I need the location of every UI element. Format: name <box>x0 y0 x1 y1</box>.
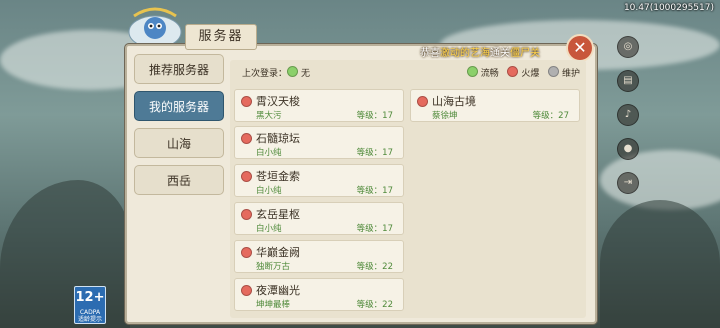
sound-icon[interactable]: ♪ <box>617 104 639 126</box>
user-icon[interactable]: ● <box>617 138 639 160</box>
busy-status-icon <box>241 171 252 182</box>
side-toolbar: ◎ ▤ ♪ ● ⇥ <box>617 36 641 206</box>
smooth-status-icon <box>466 66 478 77</box>
character-name: 白小纯 <box>256 224 282 234</box>
character-name: 独断万古 <box>256 262 291 272</box>
server-card[interactable]: 山海古境 蔡徐坤 等级：27 <box>410 89 580 122</box>
character-name: 黑大污 <box>256 111 282 121</box>
busy-status-icon <box>241 209 252 220</box>
server-name: 华巅金阙 <box>256 246 300 259</box>
dialog-title: 服务器 <box>185 24 257 50</box>
server-card[interactable]: 夜潭幽光 坤坤最棒 等级：22 <box>234 278 404 311</box>
menu-recommended-servers[interactable]: 推荐服务器 <box>134 54 224 84</box>
busy-status-icon <box>507 66 519 77</box>
ranking-icon[interactable]: ▤ <box>617 70 639 92</box>
server-name: 霄汉天梭 <box>256 95 300 108</box>
server-card[interactable]: 霄汉天梭 黑大污 等级：17 <box>234 89 404 122</box>
version-label: 10.47(1000295517) <box>623 3 714 13</box>
status-dot <box>287 66 299 77</box>
age-rating-badge: 12+ CADPA 适龄提示 <box>74 286 106 324</box>
close-button[interactable]: ✕ <box>566 34 594 62</box>
server-card[interactable]: 苍垣金索 白小纯 等级：17 <box>234 164 404 197</box>
menu-shanhai[interactable]: 山海 <box>134 128 224 158</box>
server-name: 夜潭幽光 <box>256 284 300 297</box>
menu-my-servers[interactable]: 我的服务器 <box>134 91 224 121</box>
character-level: 等级：27 <box>532 111 569 121</box>
server-group-menu: 推荐服务器 我的服务器 山海 西岳 <box>134 54 224 202</box>
menu-xiyue[interactable]: 西岳 <box>134 165 224 195</box>
announcement-banner: 恭喜激动的艺海通关僵尸关 <box>420 48 540 59</box>
character-name: 坤坤最棒 <box>256 300 291 310</box>
server-name: 玄岳星枢 <box>256 208 300 221</box>
character-level: 等级：22 <box>356 262 393 272</box>
character-name: 蔡徐坤 <box>432 111 458 121</box>
server-card[interactable]: 玄岳星枢 白小纯 等级：17 <box>234 202 404 235</box>
character-level: 等级：17 <box>356 224 393 234</box>
character-name: 白小纯 <box>256 148 282 158</box>
maintenance-status-icon <box>547 66 559 77</box>
character-level: 等级：17 <box>356 148 393 158</box>
last-login: 上次登录：无 <box>242 66 310 79</box>
server-card[interactable]: 华巅金阙 独断万古 等级：22 <box>234 240 404 273</box>
busy-status-icon <box>241 247 252 258</box>
server-name: 山海古境 <box>432 95 476 108</box>
character-level: 等级：22 <box>356 300 393 310</box>
character-level: 等级：17 <box>356 111 393 121</box>
close-icon: ✕ <box>573 38 587 57</box>
character-name: 白小纯 <box>256 186 282 196</box>
ring-icon[interactable]: ◎ <box>617 36 639 58</box>
character-level: 等级：17 <box>356 186 393 196</box>
busy-status-icon <box>241 285 252 296</box>
server-name: 苍垣金索 <box>256 170 300 183</box>
busy-status-icon <box>241 133 252 144</box>
server-card[interactable]: 石髓琼坛 白小纯 等级：17 <box>234 126 404 159</box>
exit-icon[interactable]: ⇥ <box>617 172 639 194</box>
busy-status-icon <box>241 96 252 107</box>
server-name: 石髓琼坛 <box>256 132 300 145</box>
status-legend: 流畅 火爆 维护 <box>466 66 580 79</box>
busy-status-icon <box>417 96 428 107</box>
